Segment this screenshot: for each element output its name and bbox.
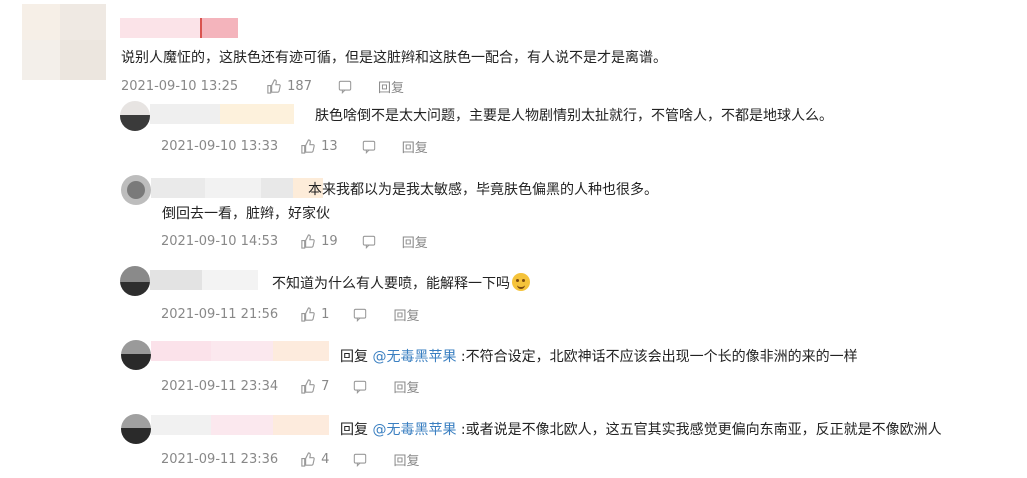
timestamp: 2021-09-11 21:56 xyxy=(161,307,279,322)
username[interactable] xyxy=(151,415,329,435)
thumbs-up-icon xyxy=(301,139,315,154)
reply-button[interactable]: 回复 xyxy=(402,137,428,156)
comment-meta: 2021-09-10 13:25 187 回复 xyxy=(121,77,404,96)
reply-button[interactable]: 回复 xyxy=(378,77,404,96)
thumbs-up-icon xyxy=(301,452,315,467)
like-button[interactable]: 187 xyxy=(266,79,312,94)
thumbs-up-icon xyxy=(301,234,315,249)
reply-text: 本来我都以为是我太敏感，毕竟肤色偏黑的人种也很多。 xyxy=(308,182,658,198)
username[interactable] xyxy=(150,104,294,124)
timestamp: 2021-09-11 23:36 xyxy=(161,452,279,467)
comment-icon xyxy=(362,140,375,154)
reply-text-body: :不符合设定，北欧神话不应该会出现一个长的像非洲的来的一样 xyxy=(460,349,858,365)
reply-button[interactable]: 回复 xyxy=(402,232,428,251)
like-count: 1 xyxy=(321,307,330,322)
avatar[interactable] xyxy=(120,266,150,296)
avatar[interactable] xyxy=(121,414,151,444)
reply-meta: 2021-09-11 23:34 7 回复 xyxy=(161,377,419,396)
reply-text-body: :或者说是不像北欧人，这五官其实我感觉更偏向东南亚，反正就是不像欧洲人 xyxy=(460,422,942,438)
comment-icon xyxy=(354,453,367,467)
reply-text: 回复 @无毒黑苹果 :不符合设定，北欧神话不应该会出现一个长的像非洲的来的一样 xyxy=(340,346,858,366)
like-button[interactable]: 7 xyxy=(300,379,329,394)
thumbs-up-icon xyxy=(301,307,315,322)
reply-button[interactable]: 回复 xyxy=(393,305,419,324)
like-button[interactable]: 1 xyxy=(300,307,329,322)
like-count: 19 xyxy=(321,234,338,249)
mention-link[interactable]: @无毒黑苹果 xyxy=(372,349,456,365)
reply-meta: 2021-09-10 14:53 19 回复 xyxy=(161,232,428,251)
comment-icon xyxy=(354,380,367,394)
thumbs-up-icon xyxy=(267,79,281,94)
comment-icon xyxy=(338,80,352,94)
reply-button[interactable]: 回复 xyxy=(393,450,419,469)
timestamp: 2021-09-10 13:25 xyxy=(121,79,239,94)
timestamp: 2021-09-10 14:53 xyxy=(161,234,279,249)
comment-button[interactable] xyxy=(362,235,376,249)
avatar[interactable] xyxy=(22,4,106,80)
grinning-face-icon xyxy=(512,273,530,291)
reply-button[interactable]: 回复 xyxy=(393,377,419,396)
reply-meta: 2021-09-11 21:56 1 回复 xyxy=(161,305,419,324)
like-count: 187 xyxy=(287,79,312,94)
mention-link[interactable]: @无毒黑苹果 xyxy=(372,422,456,438)
comment-button[interactable] xyxy=(353,453,367,467)
comment-icon xyxy=(354,308,367,322)
reply-text-body: 不知道为什么有人要喷，能解释一下吗 xyxy=(272,276,510,292)
like-count: 13 xyxy=(321,139,338,154)
comment-icon xyxy=(362,235,375,249)
like-count: 4 xyxy=(321,452,330,467)
thumbs-up-icon xyxy=(301,379,315,394)
like-button[interactable]: 4 xyxy=(300,452,329,467)
reply-meta: 2021-09-11 23:36 4 回复 xyxy=(161,450,419,469)
reply-text: 肤色啥倒不是太大问题，主要是人物剧情别太扯就行，不管啥人，不都是地球人么。 xyxy=(315,108,833,124)
comment-button[interactable] xyxy=(338,80,352,94)
timestamp: 2021-09-10 13:33 xyxy=(161,139,279,154)
avatar[interactable] xyxy=(121,175,151,205)
timestamp: 2021-09-11 23:34 xyxy=(161,379,279,394)
avatar[interactable] xyxy=(121,340,151,370)
like-button[interactable]: 13 xyxy=(300,139,338,154)
comment-text: 说别人魔怔的，这肤色还有迹可循，但是这脏辫和这肤色一配合，有人说不是才是离谱。 xyxy=(121,50,667,66)
reply-meta: 2021-09-10 13:33 13 回复 xyxy=(161,137,428,156)
like-count: 7 xyxy=(321,379,330,394)
reply-text: 不知道为什么有人要喷，能解释一下吗 xyxy=(272,273,530,293)
comment-button[interactable] xyxy=(353,308,367,322)
reply-prefix: 回复 xyxy=(340,422,368,438)
like-button[interactable]: 19 xyxy=(300,234,338,249)
comment-button[interactable] xyxy=(353,380,367,394)
avatar[interactable] xyxy=(120,101,150,131)
username[interactable] xyxy=(150,270,258,290)
username[interactable] xyxy=(120,18,238,38)
username[interactable] xyxy=(151,178,323,198)
comment-button[interactable] xyxy=(362,140,376,154)
username[interactable] xyxy=(151,341,329,361)
reply-prefix: 回复 xyxy=(340,349,368,365)
reply-text-line2: 倒回去一看，脏辫，好家伙 xyxy=(162,206,330,222)
reply-text: 回复 @无毒黑苹果 :或者说是不像北欧人，这五官其实我感觉更偏向东南亚，反正就是… xyxy=(340,419,942,439)
